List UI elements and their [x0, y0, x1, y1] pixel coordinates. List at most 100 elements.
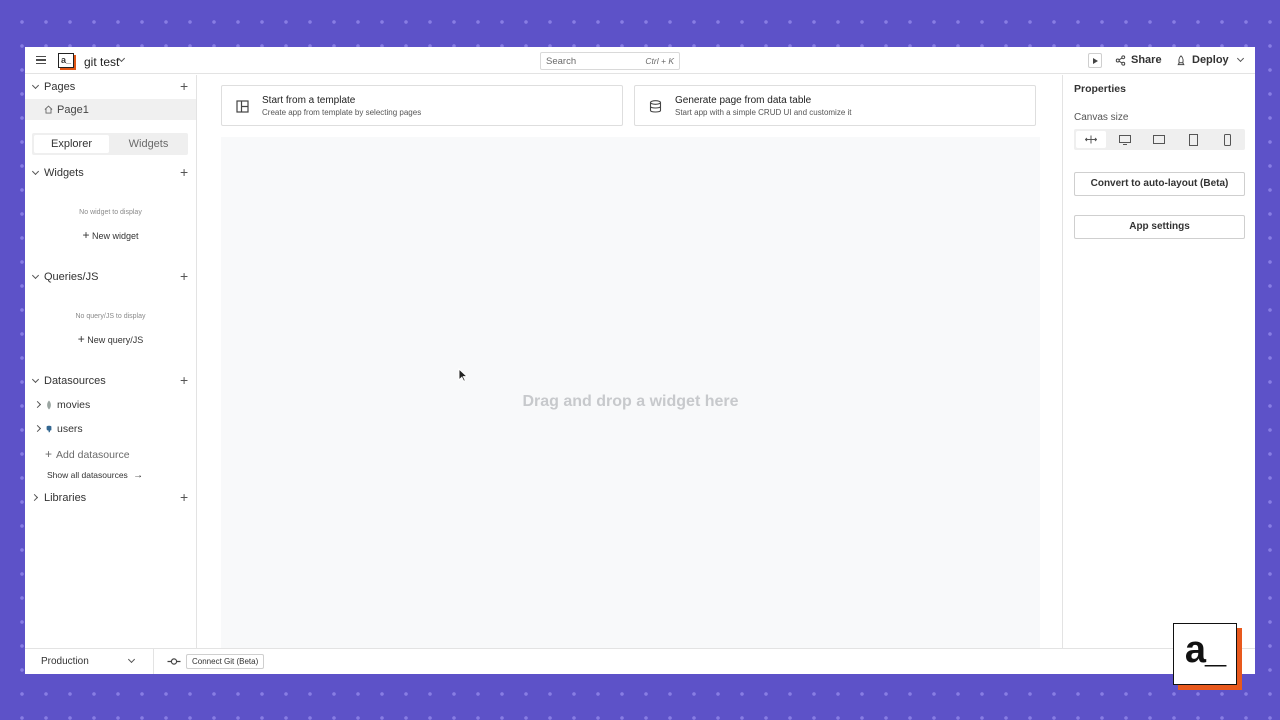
datasource-item-users[interactable]: users	[25, 419, 196, 439]
canvas-size-selector	[1074, 129, 1245, 150]
datasources-title: Datasources	[44, 375, 106, 387]
drop-hint-text: Drag and drop a widget here	[522, 393, 739, 410]
card-subtitle: Create app from template by selecting pa…	[262, 108, 422, 117]
properties-panel: Properties Canvas size Convert to auto-l…	[1063, 75, 1255, 648]
generate-page-card[interactable]: Generate page from data table Start app …	[634, 85, 1036, 126]
add-datasource-button[interactable]: + Add datasource	[45, 447, 130, 461]
convert-auto-layout-button[interactable]: Convert to auto-layout (Beta)	[1074, 172, 1245, 196]
plus-icon: +	[77, 332, 85, 346]
app-name[interactable]: git test	[84, 55, 119, 69]
deploy-button[interactable]: Deploy	[1176, 54, 1229, 66]
queries-empty-text: No query/JS to display	[75, 313, 146, 320]
new-widget-button[interactable]: + New widget	[25, 228, 196, 242]
tab-explorer[interactable]: Explorer	[34, 135, 109, 153]
connect-git-button[interactable]: Connect Git (Beta)	[186, 654, 265, 669]
search-placeholder: Search	[546, 56, 577, 67]
new-query-button[interactable]: + New query/JS	[25, 332, 196, 346]
chevron-down-icon[interactable]	[31, 271, 40, 280]
share-label: Share	[1131, 54, 1162, 66]
preview-play-button[interactable]	[1088, 53, 1102, 68]
canvas-size-tablet-landscape-option[interactable]	[1144, 131, 1174, 148]
appsmith-editor: a_ git test Search Ctrl + K Share Deploy…	[25, 47, 1255, 674]
rocket-icon	[1177, 54, 1185, 65]
queries-section-header[interactable]: Queries/JS +	[25, 267, 196, 287]
layout-template-icon	[236, 100, 249, 113]
datasources-section-header[interactable]: Datasources +	[25, 371, 196, 391]
environment-selector[interactable]: Production	[41, 656, 89, 667]
canvas-size-fluid-option[interactable]	[1076, 131, 1106, 148]
widget-drop-canvas[interactable]: Drag and drop a widget here	[221, 137, 1040, 648]
bottom-bar: Production Connect Git (Beta) p	[25, 648, 1255, 674]
home-icon	[44, 105, 53, 114]
new-query-label: New query/JS	[87, 335, 144, 345]
git-commit-icon	[167, 658, 181, 665]
add-datasource-label: Add datasource	[56, 449, 130, 461]
card-subtitle: Start app with a simple CRUD UI and cust…	[675, 108, 852, 117]
mongodb-leaf-icon	[47, 400, 51, 410]
explorer-sidebar: Pages + Page1 Explorer Widgets Widgets +…	[25, 75, 197, 648]
chevron-down-icon[interactable]	[31, 81, 40, 90]
card-title: Start from a template	[262, 95, 356, 106]
footer-divider	[153, 649, 154, 674]
page-item-page1[interactable]: Page1	[25, 99, 196, 120]
search-input[interactable]: Search Ctrl + K	[540, 52, 680, 70]
canvas-size-mobile-option[interactable]	[1212, 131, 1242, 148]
pages-section-header[interactable]: Pages +	[25, 77, 196, 97]
app-settings-button[interactable]: App settings	[1074, 215, 1245, 239]
add-datasource-plus-icon[interactable]: +	[180, 372, 188, 388]
mouse-cursor	[458, 368, 468, 382]
tab-widgets[interactable]: Widgets	[111, 135, 186, 153]
card-title: Generate page from data table	[675, 95, 812, 106]
canvas-area: Start from a template Create app from te…	[197, 75, 1063, 648]
tablet-icon	[1188, 133, 1198, 146]
properties-title: Properties	[1074, 83, 1126, 95]
queries-title: Queries/JS	[44, 271, 99, 283]
add-page-plus-icon[interactable]: +	[180, 78, 188, 94]
desktop-icon	[1119, 134, 1131, 145]
deploy-options-chevron-down-icon[interactable]	[1236, 54, 1245, 63]
datasource-item-movies[interactable]: movies	[25, 395, 196, 415]
hamburger-menu-icon[interactable]	[36, 56, 46, 64]
top-header: a_ git test Search Ctrl + K Share Deploy	[25, 47, 1255, 74]
share-button[interactable]: Share	[1115, 54, 1162, 66]
chevron-down-icon[interactable]	[31, 167, 40, 176]
canvas-size-tablet-option[interactable]	[1178, 131, 1208, 148]
new-widget-label: New widget	[92, 231, 139, 241]
libraries-section-header[interactable]: Libraries +	[25, 488, 196, 508]
plus-icon: +	[82, 228, 90, 242]
explorer-widgets-toggle: Explorer Widgets	[32, 133, 188, 155]
show-all-datasources-link[interactable]: Show all datasources →	[47, 470, 143, 481]
postgres-elephant-icon	[46, 425, 52, 433]
start-from-template-card[interactable]: Start from a template Create app from te…	[221, 85, 623, 126]
chevron-right-icon[interactable]	[33, 400, 42, 409]
widgets-section-header[interactable]: Widgets +	[25, 163, 196, 183]
chevron-right-icon[interactable]	[33, 424, 42, 433]
appsmith-brand-logo: a_	[1173, 623, 1237, 685]
mobile-icon	[1223, 133, 1231, 146]
show-all-label: Show all datasources	[47, 470, 128, 480]
widgets-empty-text: No widget to display	[79, 209, 142, 216]
appsmith-logo[interactable]: a_	[58, 53, 74, 68]
plus-icon: +	[45, 447, 53, 461]
search-shortcut: Ctrl + K	[645, 56, 674, 66]
datasource-label: movies	[57, 399, 91, 411]
libraries-title: Libraries	[44, 492, 87, 504]
arrow-right-icon: →	[133, 470, 144, 481]
add-library-plus-icon[interactable]: +	[180, 489, 188, 505]
add-widget-plus-icon[interactable]: +	[180, 164, 188, 180]
tablet-landscape-icon	[1153, 135, 1165, 144]
database-icon	[649, 100, 662, 113]
page-item-label: Page1	[57, 104, 89, 116]
environment-chevron-down-icon[interactable]	[127, 655, 136, 664]
fluid-width-icon	[1085, 135, 1097, 144]
deploy-label: Deploy	[1192, 54, 1229, 66]
datasource-label: users	[57, 423, 83, 435]
canvas-size-desktop-option[interactable]	[1110, 131, 1140, 148]
add-query-plus-icon[interactable]: +	[180, 268, 188, 284]
share-icon	[1115, 54, 1126, 66]
canvas-size-label: Canvas size	[1074, 112, 1129, 123]
chevron-right-icon[interactable]	[30, 493, 39, 502]
chevron-down-icon[interactable]	[31, 375, 40, 384]
widgets-title: Widgets	[44, 167, 84, 179]
pages-title: Pages	[44, 81, 76, 93]
